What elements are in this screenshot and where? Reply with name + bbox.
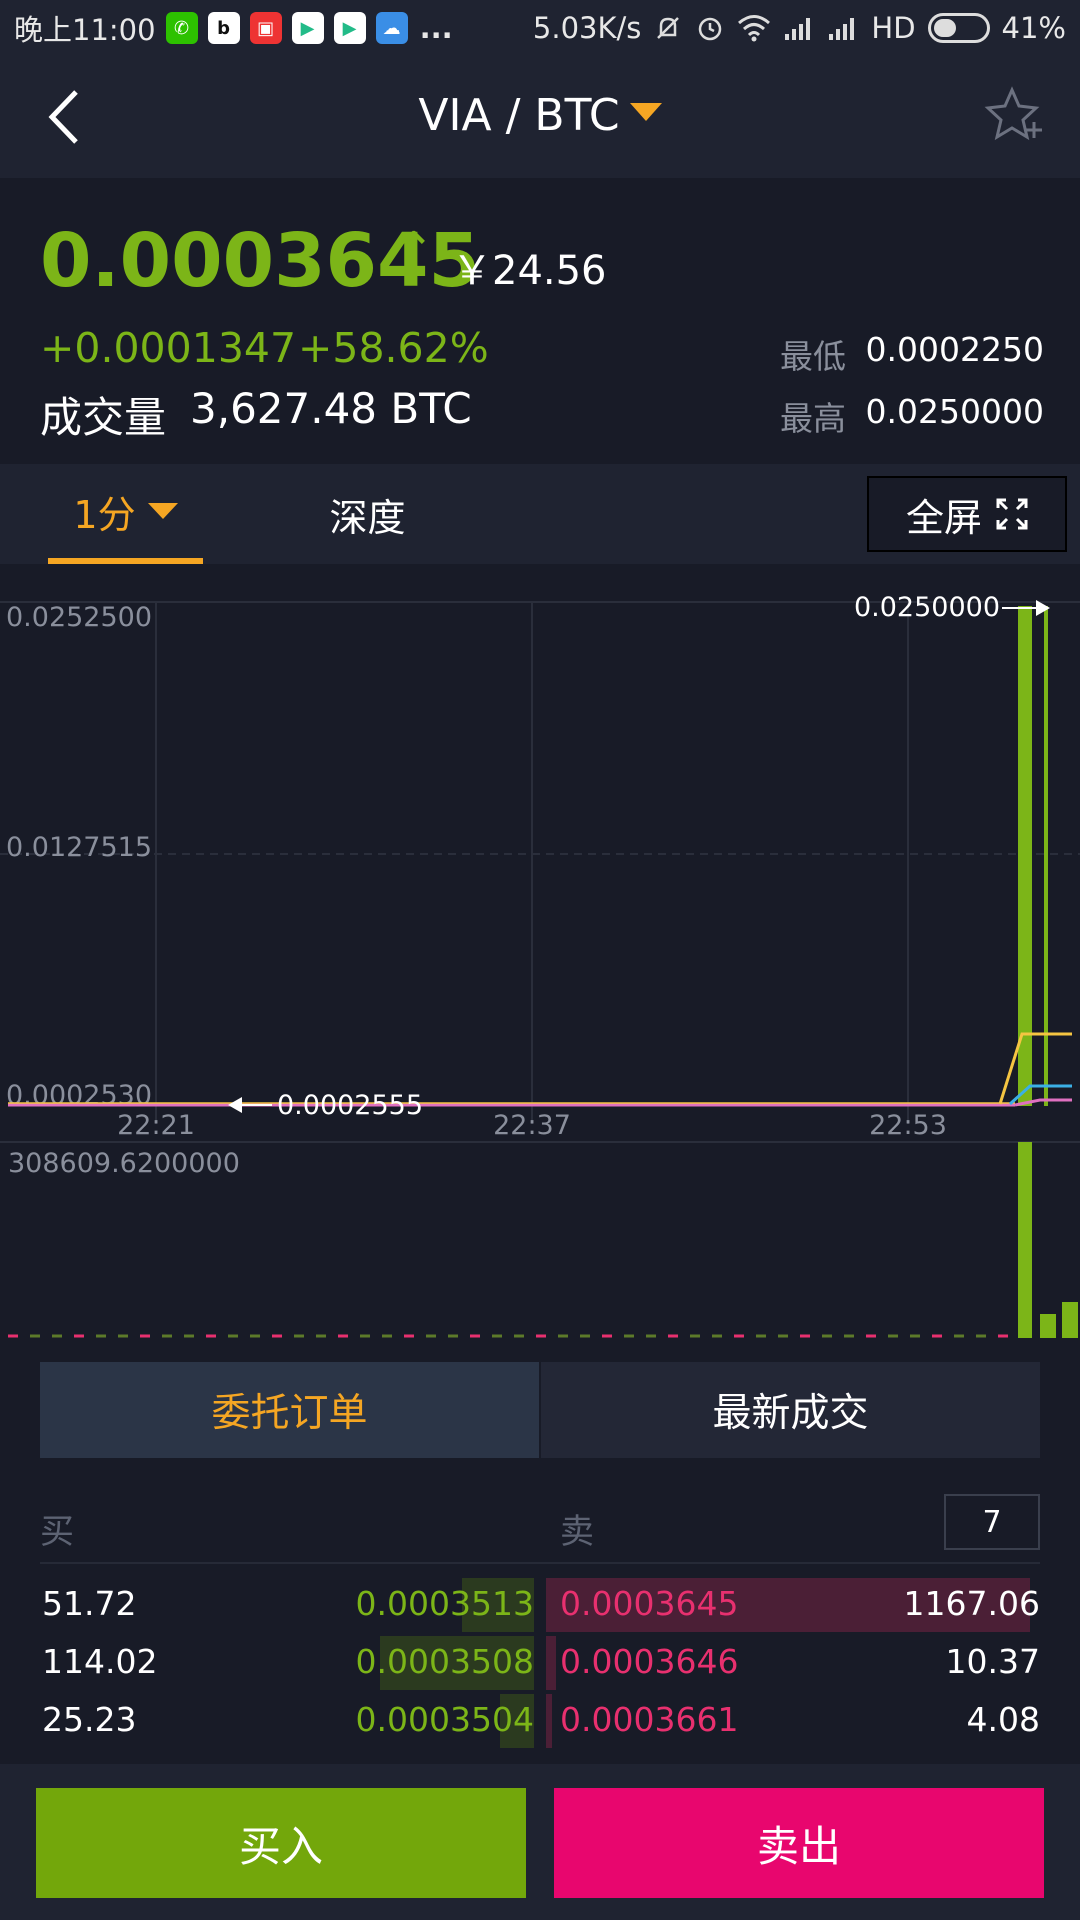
bilibili-icon: b bbox=[207, 12, 240, 44]
ask-price: 0.0003646 bbox=[560, 1642, 739, 1681]
x-tick-1: 22:21 bbox=[117, 1110, 195, 1141]
cny-price: ￥24.56 bbox=[452, 248, 607, 294]
ask-depth-bar bbox=[546, 1636, 556, 1690]
ask-qty: 1167.06 bbox=[903, 1584, 1040, 1623]
x-tick-3: 22:53 bbox=[869, 1110, 947, 1141]
network-speed: 5.03K/s bbox=[532, 11, 642, 45]
caret-down-icon bbox=[629, 103, 662, 121]
play-icon-2: ▶ bbox=[333, 12, 366, 44]
bid-qty: 114.02 bbox=[42, 1642, 158, 1681]
ask-qty: 10.37 bbox=[945, 1642, 1040, 1681]
pair-selector[interactable]: VIA / BTC bbox=[0, 90, 1080, 141]
caret-down-icon bbox=[147, 503, 178, 519]
tab-trades[interactable]: 最新成交 bbox=[541, 1362, 1040, 1458]
volume-value: 3,627.48 BTC bbox=[190, 384, 472, 433]
bid-price: 0.0003508 bbox=[355, 1642, 534, 1681]
price-change-percent: +58.62% bbox=[298, 324, 489, 372]
add-favorite-button[interactable] bbox=[984, 86, 1044, 146]
alarm-icon bbox=[699, 17, 722, 41]
cloud-icon: ☁ bbox=[375, 12, 408, 44]
y-tick-mid: 0.0127515 bbox=[6, 832, 152, 863]
candle-max bbox=[1018, 606, 1032, 1106]
high-label: 最高 bbox=[780, 399, 846, 438]
fullscreen-button[interactable]: 全屏 bbox=[867, 476, 1067, 552]
sell-button[interactable]: 卖出 bbox=[554, 1788, 1044, 1898]
volume-bar-2 bbox=[1040, 1314, 1056, 1338]
ticker-panel: 0.0003645 ↑ ￥24.56 +0.0001347 +58.62% 成交… bbox=[0, 178, 1080, 464]
tab-interval[interactable]: 1分 bbox=[48, 464, 203, 564]
price-change: +0.0001347 bbox=[40, 324, 297, 372]
buy-button[interactable]: 买入 bbox=[36, 1788, 526, 1898]
ma-yellow bbox=[998, 1032, 1072, 1105]
max-price-label: 0.0250000 bbox=[854, 592, 1000, 623]
bell-muted-icon bbox=[657, 17, 680, 39]
orderbook-header: 买 卖 7 bbox=[40, 1490, 1040, 1560]
volume-bar-max bbox=[1018, 1142, 1032, 1338]
orderbook-row[interactable]: 51.72 0.0003513 0.0003645 1167.06 bbox=[40, 1576, 1040, 1634]
network-type: HD bbox=[871, 11, 916, 45]
bid-qty: 51.72 bbox=[42, 1584, 137, 1623]
signal-icon-2 bbox=[829, 18, 855, 40]
x-tick-2: 22:37 bbox=[493, 1110, 571, 1141]
low-label: 最低 bbox=[780, 337, 846, 376]
tab-interval-label: 1分 bbox=[73, 492, 136, 537]
status-bar: 晚上11:00 ✆ b ▣ ▶ ▶ ☁ ... 5.03K/s HD 41% bbox=[0, 0, 1080, 56]
bid-price: 0.0003504 bbox=[355, 1700, 534, 1739]
low-value: 0.0002250 bbox=[865, 330, 1044, 369]
high-value: 0.0250000 bbox=[865, 392, 1044, 431]
bid-price: 0.0003513 bbox=[355, 1584, 534, 1623]
tab-depth[interactable]: 深度 bbox=[300, 464, 435, 564]
wechat-icon: ✆ bbox=[165, 12, 198, 44]
battery-percent: 41% bbox=[1001, 11, 1066, 45]
star-plus-icon bbox=[984, 86, 1042, 141]
y-tick-top: 0.0252500 bbox=[6, 602, 152, 633]
tv-icon: ▣ bbox=[249, 12, 282, 44]
volume-max-label: 308609.6200000 bbox=[8, 1148, 240, 1179]
action-bar: 买入 卖出 bbox=[0, 1764, 1080, 1920]
arrow-up-icon: ↑ bbox=[392, 222, 436, 282]
buy-column-label: 买 bbox=[40, 1512, 74, 1552]
pair-title: VIA / BTC bbox=[418, 90, 620, 141]
chart-tabs: 1分 深度 全屏 bbox=[0, 464, 1080, 564]
divider bbox=[40, 1562, 1040, 1564]
signal-icon bbox=[785, 18, 811, 40]
candle-max-wick bbox=[1044, 606, 1048, 1106]
ask-price: 0.0003645 bbox=[560, 1584, 739, 1623]
orderbook-row[interactable]: 25.23 0.0003504 0.0003661 4.08 bbox=[40, 1692, 1040, 1750]
tab-orders[interactable]: 委托订单 bbox=[40, 1362, 541, 1458]
kline-chart-svg: 0.0252500 0.0127515 0.0002530 22:21 22:3… bbox=[0, 592, 1080, 1338]
volume-label: 成交量 bbox=[40, 393, 167, 442]
ask-qty: 4.08 bbox=[966, 1700, 1040, 1739]
battery-icon bbox=[927, 13, 990, 43]
status-time: 晚上11:00 bbox=[14, 13, 156, 47]
depth-selector[interactable]: 7 bbox=[944, 1494, 1040, 1550]
order-tabs: 委托订单 最新成交 bbox=[40, 1362, 1040, 1458]
fullscreen-label: 全屏 bbox=[905, 495, 982, 540]
more-notifications: ... bbox=[419, 11, 453, 45]
min-price-label: 0.0002555 bbox=[277, 1090, 423, 1121]
orderbook: 51.72 0.0003513 0.0003645 1167.06 114.02 0.00… bbox=[40, 1576, 1040, 1750]
expand-icon bbox=[996, 498, 1028, 530]
ask-depth-bar bbox=[546, 1694, 552, 1748]
wifi-icon bbox=[738, 15, 771, 42]
play-icon: ▶ bbox=[291, 12, 324, 44]
orderbook-row[interactable]: 114.02 0.0003508 0.0003646 10.37 bbox=[40, 1634, 1040, 1692]
min-marker-arrow bbox=[228, 1097, 242, 1113]
sell-column-label: 卖 bbox=[560, 1512, 594, 1552]
ask-price: 0.0003661 bbox=[560, 1700, 739, 1739]
kline-chart[interactable]: 0.0252500 0.0127515 0.0002530 22:21 22:3… bbox=[0, 564, 1080, 1340]
nav-bar: VIA / BTC bbox=[0, 56, 1080, 178]
bid-qty: 25.23 bbox=[42, 1700, 137, 1739]
volume-bar-3 bbox=[1062, 1302, 1078, 1338]
